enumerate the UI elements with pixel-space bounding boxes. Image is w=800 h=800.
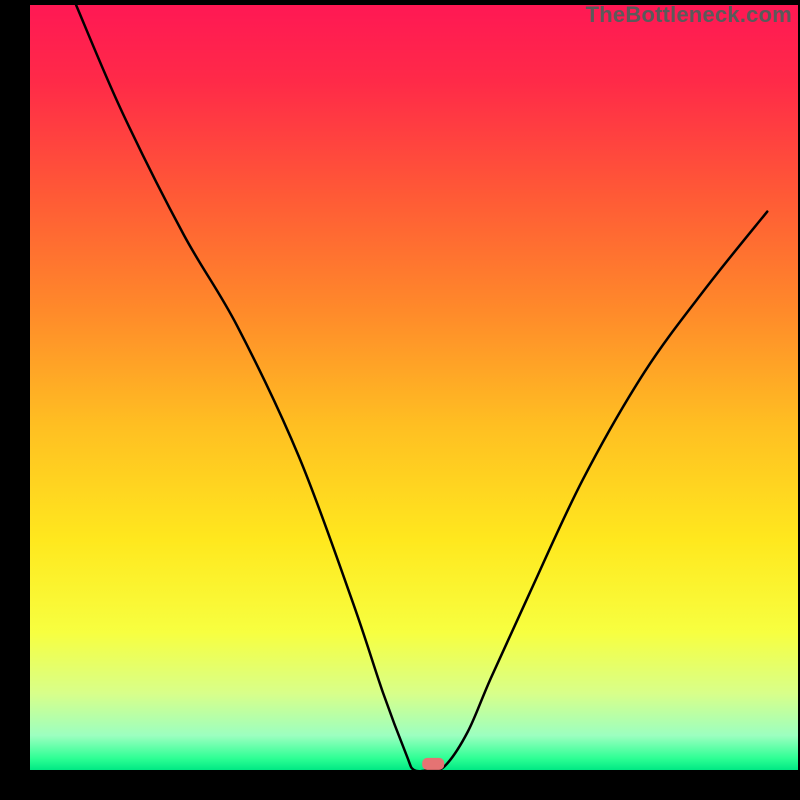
plot-background: [30, 5, 798, 770]
watermark-text: TheBottleneck.com: [586, 2, 792, 28]
bottleneck-chart: [0, 0, 800, 800]
optimum-marker: [422, 758, 444, 770]
chart-container: { "watermark": "TheBottleneck.com", "cha…: [0, 0, 800, 800]
